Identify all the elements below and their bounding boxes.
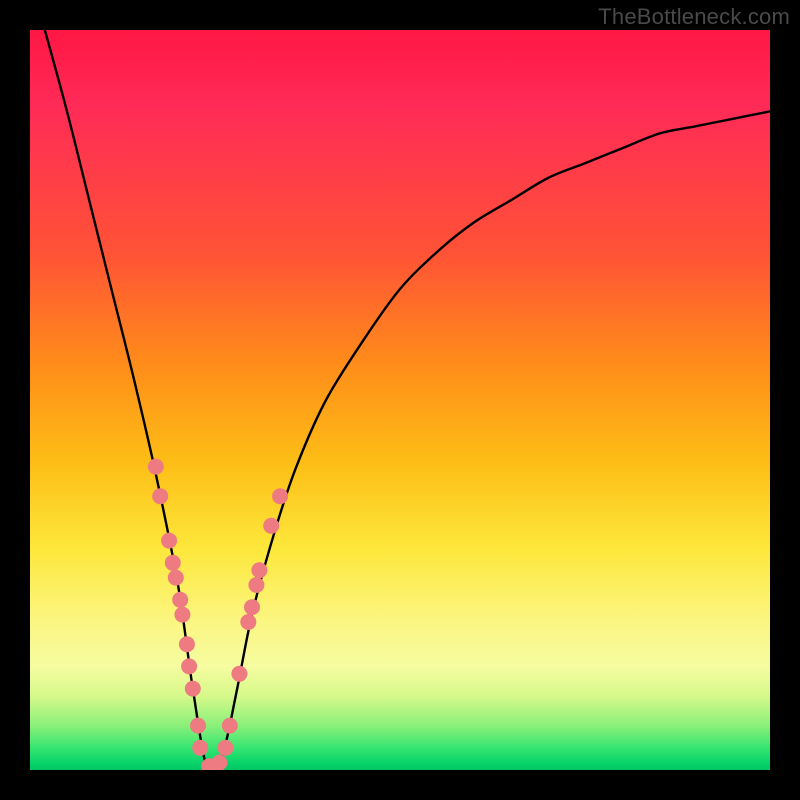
highlight-dot [152,488,168,504]
highlight-dot [172,592,188,608]
chart-frame: TheBottleneck.com [0,0,800,800]
highlight-dot [165,555,181,571]
highlight-dot [231,666,247,682]
highlight-dot [272,488,288,504]
highlight-dot [217,740,233,756]
highlight-dot [168,570,184,586]
highlight-dot [211,755,227,770]
highlight-dot [222,718,238,734]
highlight-dot [192,740,208,756]
highlight-dot [181,658,197,674]
highlight-dot [263,518,279,534]
highlight-dot [244,599,260,615]
highlight-dot [161,533,177,549]
highlight-dot [248,577,264,593]
watermark-text: TheBottleneck.com [598,4,790,30]
highlight-dot [240,614,256,630]
highlight-dot [148,459,164,475]
chart-svg [30,30,770,770]
plot-area [30,30,770,770]
highlight-dot [179,636,195,652]
highlight-dots [148,459,288,770]
highlight-dot [251,562,267,578]
bottleneck-curve [45,30,770,770]
highlight-dot [190,718,206,734]
highlight-dot [174,607,190,623]
curve-line [45,30,770,770]
highlight-dot [185,681,201,697]
